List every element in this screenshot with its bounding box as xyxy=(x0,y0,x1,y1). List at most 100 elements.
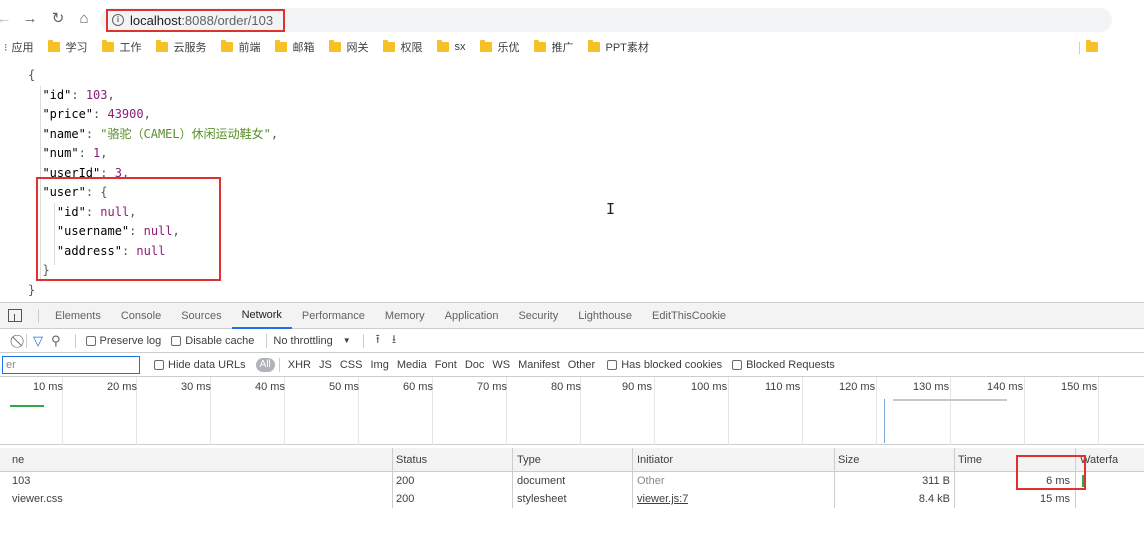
bookmark-folder[interactable]: 网关 xyxy=(328,39,369,55)
timeline-tick-label: 120 ms xyxy=(839,381,876,393)
network-overview-timeline[interactable]: 10 ms 20 ms 30 ms 40 ms 50 ms 60 ms 70 m… xyxy=(0,377,1144,445)
json-line: "address": null xyxy=(56,243,166,258)
checkbox-label: Preserve log xyxy=(99,334,162,347)
info-icon[interactable]: i xyxy=(112,14,124,26)
forward-arrow-icon[interactable]: → xyxy=(18,6,42,30)
bookmark-folder[interactable]: 权限 xyxy=(382,39,423,55)
filter-all-button[interactable]: All xyxy=(255,357,275,372)
filter-js[interactable]: JS xyxy=(319,359,332,371)
column-header-waterfall[interactable]: Waterfa xyxy=(1080,448,1118,471)
checkbox[interactable] xyxy=(85,335,96,346)
tab-editthiscookie[interactable]: EditThisCookie xyxy=(642,303,736,329)
blocked-requests-checkbox[interactable]: Blocked Requests xyxy=(728,359,835,371)
bookmark-folder[interactable]: 乐优 xyxy=(479,39,520,55)
filter-ws[interactable]: WS xyxy=(492,359,510,371)
column-header-size[interactable]: Size xyxy=(838,448,859,471)
home-icon[interactable]: ⌂ xyxy=(72,6,96,30)
request-initiator-link[interactable]: viewer.js:7 xyxy=(637,490,688,508)
column-separator[interactable] xyxy=(1075,448,1076,508)
column-header-type[interactable]: Type xyxy=(517,448,541,471)
tab-application[interactable]: Application xyxy=(435,303,509,329)
tab-security[interactable]: Security xyxy=(508,303,568,329)
column-separator[interactable] xyxy=(392,448,393,508)
column-header-name[interactable]: ne xyxy=(12,448,24,471)
reload-icon[interactable]: ↻ xyxy=(46,6,70,30)
checkbox[interactable] xyxy=(171,335,182,346)
bookmark-label: 应用 xyxy=(11,42,34,54)
json-line: { xyxy=(28,68,36,82)
json-line: "id": 103, xyxy=(42,87,115,102)
filter-font[interactable]: Font xyxy=(435,359,457,371)
separator xyxy=(362,333,364,348)
bookmark-apps[interactable]: ⁝ 应用 xyxy=(4,39,34,55)
dock-side-icon[interactable] xyxy=(8,309,22,322)
browser-toolbar: ← → ↻ ⌂ i localhost:8088/order/103 xyxy=(0,0,1144,36)
bookmark-label: 云服务 xyxy=(173,42,207,54)
folder-icon xyxy=(479,40,492,52)
tab-console[interactable]: Console xyxy=(111,303,171,329)
bookmark-folder[interactable]: PPT素材 xyxy=(587,39,649,55)
request-type: stylesheet xyxy=(517,493,567,505)
timeline-tick-label: 20 ms xyxy=(107,381,137,393)
column-header-initiator[interactable]: Initiator xyxy=(637,448,673,471)
tick-line xyxy=(1098,377,1099,445)
filter-css[interactable]: CSS xyxy=(340,359,363,371)
bookmarks-bar: ⁝ 应用 学习 工作 云服务 前端 邮箱 网关 权限 sx 乐优 推广 PPT素… xyxy=(0,36,1144,58)
checkbox[interactable] xyxy=(607,359,618,370)
column-separator[interactable] xyxy=(512,448,513,508)
bookmark-folder[interactable]: 邮箱 xyxy=(274,39,315,55)
filter-other[interactable]: Other xyxy=(568,359,596,371)
timeline-tick-label: 110 ms xyxy=(765,381,801,393)
bookmark-folder[interactable]: 学习 xyxy=(47,39,88,55)
bookmark-folder[interactable]: sx xyxy=(436,40,466,53)
tab-lighthouse[interactable]: Lighthouse xyxy=(568,303,642,329)
checkbox[interactable] xyxy=(732,359,743,370)
request-name[interactable]: viewer.css xyxy=(12,490,63,508)
column-separator[interactable] xyxy=(632,448,633,508)
network-controls: ⃠ ▽ ⚲ Preserve log Disable cache No thro… xyxy=(0,329,1144,353)
waterfall-bar xyxy=(1082,475,1085,487)
bookmark-label: 邮箱 xyxy=(292,42,315,54)
checkbox[interactable] xyxy=(154,359,164,370)
tab-performance[interactable]: Performance xyxy=(292,303,375,329)
tab-sources[interactable]: Sources xyxy=(171,303,231,329)
bookmark-folder[interactable]: 推广 xyxy=(533,39,574,55)
table-row[interactable]: 103 200 document Other 311 B 6 ms xyxy=(0,472,1144,490)
other-bookmarks[interactable] xyxy=(1079,40,1104,54)
bookmark-folder[interactable]: 云服务 xyxy=(155,39,207,55)
filter-xhr[interactable]: XHR xyxy=(288,359,311,371)
filter-icon[interactable]: ▽ xyxy=(33,333,43,349)
column-header-status[interactable]: Status xyxy=(396,448,427,471)
address-bar[interactable]: i localhost:8088/order/103 xyxy=(100,8,1112,32)
bookmark-folder[interactable]: 工作 xyxy=(101,39,142,55)
export-har-icon[interactable]: ⭳ xyxy=(392,330,396,351)
request-name[interactable]: 103 xyxy=(12,472,30,490)
tab-elements[interactable]: Elements xyxy=(45,303,111,329)
text-cursor-icon: I xyxy=(606,200,616,218)
has-blocked-cookies-checkbox[interactable]: Has blocked cookies xyxy=(603,359,722,371)
bookmark-folder[interactable]: 前端 xyxy=(220,39,261,55)
filter-input[interactable]: er xyxy=(2,355,140,374)
throttling-select[interactable]: No throttling ▼ xyxy=(273,335,350,347)
column-header-time[interactable]: Time xyxy=(958,448,982,471)
json-line: } xyxy=(28,282,36,297)
back-arrow-icon[interactable]: ← xyxy=(0,6,16,30)
filter-img[interactable]: Img xyxy=(370,359,388,371)
table-row[interactable]: viewer.css 200 stylesheet viewer.js:7 8.… xyxy=(0,490,1144,508)
filter-doc[interactable]: Doc xyxy=(465,359,485,371)
bookmark-label: 学习 xyxy=(65,42,88,54)
disable-cache-checkbox[interactable]: Disable cache xyxy=(167,335,254,347)
column-separator[interactable] xyxy=(954,448,955,508)
column-separator[interactable] xyxy=(834,448,835,508)
filter-media[interactable]: Media xyxy=(397,359,427,371)
tab-network[interactable]: Network xyxy=(231,303,292,329)
hide-data-urls-checkbox[interactable]: Hide data URLs xyxy=(150,359,246,371)
filter-manifest[interactable]: Manifest xyxy=(518,359,560,371)
folder-icon xyxy=(587,40,600,52)
url-path: :8088/order/103 xyxy=(181,12,274,28)
folder-icon xyxy=(155,40,168,52)
import-har-icon[interactable]: ⭱ xyxy=(376,330,380,351)
search-icon[interactable]: ⚲ xyxy=(51,333,61,349)
preserve-log-checkbox[interactable]: Preserve log xyxy=(82,334,162,347)
tab-memory[interactable]: Memory xyxy=(375,303,435,329)
